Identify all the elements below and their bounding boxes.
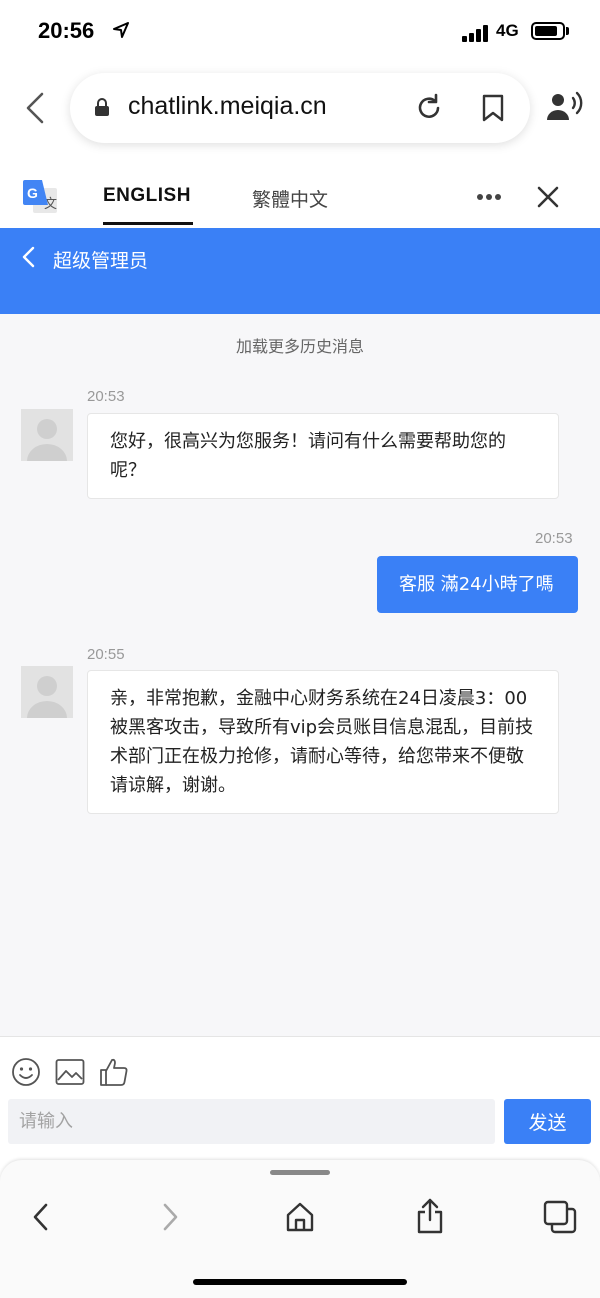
forward-icon[interactable] (159, 1202, 181, 1232)
google-translate-icon: 文 G (23, 180, 57, 213)
bookmark-icon[interactable] (481, 93, 505, 123)
chat-area[interactable]: 加载更多历史消息 20:53 您好，很高兴为您服务！请问有什么需要帮助您的呢？ … (0, 314, 600, 1036)
browser-url-row: chatlink.meiqia.cn (0, 64, 600, 154)
message-timestamp: 20:55 (87, 646, 125, 663)
more-icon[interactable] (476, 193, 502, 201)
status-time: 20:56 (38, 18, 95, 43)
status-bar: 20:56 4G (0, 0, 600, 64)
url-text: chatlink.meiqia.cn (128, 92, 327, 120)
address-bar[interactable]: chatlink.meiqia.cn (70, 73, 530, 143)
emoji-icon[interactable] (11, 1057, 41, 1087)
chat-header: 超级管理员 (0, 228, 600, 314)
battery-icon (531, 22, 565, 40)
send-button[interactable]: 发送 (504, 1099, 591, 1144)
reload-icon[interactable] (414, 93, 444, 123)
signal-icon (462, 24, 490, 42)
agent-avatar (21, 666, 73, 718)
svg-text:G: G (27, 185, 38, 201)
message-timestamp: 20:53 (535, 530, 573, 547)
close-icon[interactable] (536, 185, 560, 209)
translate-bar: 文 G ENGLISH 繁體中文 (0, 166, 600, 228)
back-icon[interactable] (18, 88, 52, 128)
chat-title: 超级管理员 (53, 250, 149, 272)
message-bubble-incoming: 亲，非常抱歉，金融中心财务系统在24日凌晨3：00被黑客攻击，导致所有vip会员… (87, 670, 559, 814)
battery-tip (566, 27, 569, 35)
reader-voice-icon[interactable] (546, 90, 584, 124)
avatar-placeholder-icon (27, 676, 67, 718)
composer: 发送 (0, 1036, 600, 1160)
home-icon[interactable] (286, 1202, 314, 1232)
message-timestamp: 20:53 (87, 388, 125, 405)
tab-english[interactable]: ENGLISH (103, 185, 191, 207)
network-type: 4G (496, 21, 519, 40)
location-arrow-icon (113, 22, 129, 38)
avatar-placeholder-icon (27, 419, 67, 461)
image-icon[interactable] (55, 1058, 85, 1086)
load-more-history[interactable]: 加载更多历史消息 (0, 333, 600, 357)
message-bubble-outgoing: 客服 滿24小時了嗎 (377, 556, 578, 613)
share-icon[interactable] (416, 1198, 444, 1234)
drag-handle[interactable] (270, 1170, 330, 1175)
header-back-icon[interactable] (20, 246, 38, 268)
agent-avatar (21, 409, 73, 461)
lock-icon (95, 98, 109, 116)
tab-traditional-chinese[interactable]: 繁體中文 (252, 185, 328, 212)
message-input[interactable] (8, 1099, 495, 1144)
back-icon[interactable] (30, 1202, 52, 1232)
active-tab-indicator (103, 222, 193, 225)
message-bubble-incoming: 您好，很高兴为您服务！请问有什么需要帮助您的呢？ (87, 413, 559, 499)
browser-bottom-toolbar (0, 1160, 600, 1298)
home-indicator (193, 1279, 407, 1285)
tabs-icon[interactable] (543, 1200, 577, 1234)
thumbs-up-icon[interactable] (99, 1057, 129, 1087)
